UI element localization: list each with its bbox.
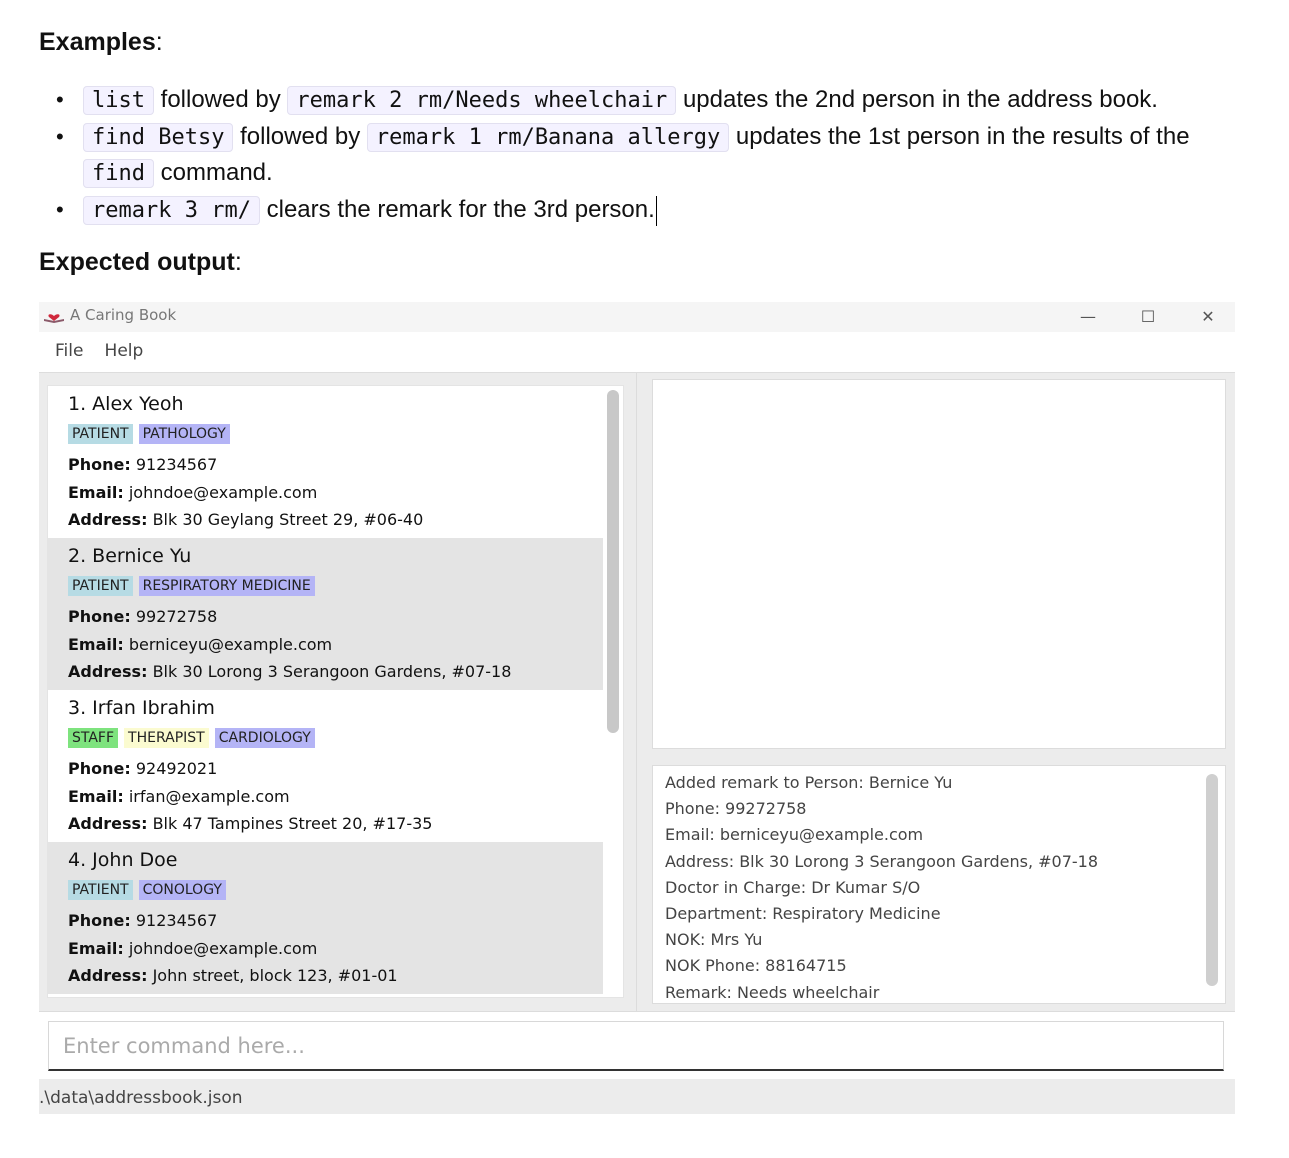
address-field: Address: Blk 47 Tampines Street 20, #17-…: [68, 814, 433, 833]
email-field: Email: irfan@example.com: [68, 786, 290, 806]
person-card[interactable]: 2. Bernice Yu PATIENT RESPIRATORY MEDICIN…: [48, 538, 603, 690]
app-window: A Caring Book — ☐ ✕ File Help 1. Alex Ye…: [39, 302, 1235, 1114]
maximize-button[interactable]: ☐: [1119, 302, 1177, 332]
result-line: Remark: Needs wheelchair: [665, 982, 880, 1002]
code-snippet: list: [83, 86, 154, 115]
code-snippet: find: [83, 159, 154, 188]
examples-heading: Examples:: [39, 28, 163, 56]
detail-pane: Added remark to Person: Bernice Yu Phone…: [637, 373, 1235, 1011]
result-line: NOK: Mrs Yu: [665, 930, 763, 950]
example-text: updates the 1st person in the results of…: [735, 123, 1190, 150]
example-text: command.: [160, 159, 273, 186]
example-text: clears the remark for the 3rd person.: [266, 196, 655, 223]
code-snippet: remark 1 rm/Banana allergy: [366, 123, 730, 152]
result-line: Added remark to Person: Bernice Yu: [665, 773, 953, 792]
book-heart-icon: [44, 314, 64, 323]
email-field: Email: berniceyu@example.com: [68, 634, 333, 654]
department-tag: CARDIOLOGY: [214, 728, 315, 748]
window-title: A Caring Book: [70, 306, 177, 324]
address-field: Address: Blk 30 Lorong 3 Serangoon Garde…: [68, 662, 512, 681]
minimize-button[interactable]: —: [1059, 302, 1117, 332]
command-input[interactable]: [48, 1021, 1224, 1071]
result-line: Phone: 99272758: [665, 799, 807, 819]
result-line: Email: berniceyu@example.com: [665, 825, 924, 845]
title-bar[interactable]: A Caring Book — ☐ ✕: [39, 302, 1235, 332]
address-field: Address: Blk 30 Geylang Street 29, #06-4…: [68, 510, 424, 529]
role-tag: PATIENT: [68, 880, 133, 900]
person-list-pane: 1. Alex Yeoh PATIENT PATHOLOGY Phone: 912…: [39, 373, 637, 1011]
role-tag: PATIENT: [68, 576, 133, 596]
role-tag: PATIENT: [68, 424, 133, 444]
detail-display: [652, 379, 1226, 749]
department-tag: RESPIRATORY MEDICINE: [138, 576, 315, 596]
tag-row: PATIENT CONOLOGY: [68, 879, 603, 907]
example-text: followed by: [160, 86, 281, 113]
person-card[interactable]: 3. Irfan Ibrahim STAFF THERAPIST CARDIOLOG…: [48, 690, 603, 842]
menu-help[interactable]: Help: [97, 341, 152, 361]
code-snippet: remark 2 rm/Needs wheelchair: [287, 86, 677, 115]
data-file-path: .\data\addressbook.json: [39, 1088, 243, 1108]
close-button[interactable]: ✕: [1179, 302, 1237, 332]
status-bar: .\data\addressbook.json: [39, 1079, 1235, 1114]
text-caret: [655, 195, 657, 226]
role-tag: THERAPIST: [124, 728, 209, 748]
tag-row: PATIENT RESPIRATORY MEDICINE: [68, 575, 603, 603]
person-list[interactable]: 1. Alex Yeoh PATIENT PATHOLOGY Phone: 912…: [47, 385, 624, 998]
result-display[interactable]: Added remark to Person: Bernice Yu Phone…: [652, 765, 1226, 1004]
result-line: Doctor in Charge: Dr Kumar S/O: [665, 877, 921, 897]
person-name: 1. Alex Yeoh: [68, 393, 184, 415]
address-field: Address: John street, block 123, #01-01: [68, 966, 398, 985]
phone-field: Phone: 91234567: [68, 455, 218, 474]
command-area: [39, 1011, 1235, 1080]
person-list-scrollbar[interactable]: [607, 390, 619, 733]
result-line: Address: Blk 30 Lorong 3 Serangoon Garde…: [665, 851, 1099, 871]
person-name: 4. John Doe: [68, 849, 178, 871]
example-item: list followed by remark 2 rm/Needs wheel…: [39, 82, 1239, 118]
department-tag: PATHOLOGY: [138, 424, 230, 444]
menu-bar: File Help: [39, 332, 1235, 373]
code-snippet: find Betsy: [83, 123, 234, 152]
email-field: Email: johndoe@example.com: [68, 482, 318, 502]
example-text: followed by: [240, 123, 361, 150]
email-field: Email: johndoe@example.com: [68, 938, 318, 958]
person-name: 2. Bernice Yu: [68, 545, 192, 567]
code-snippet: remark 3 rm/: [83, 196, 260, 225]
tag-row: STAFF THERAPIST CARDIOLOGY: [68, 727, 603, 755]
result-scrollbar[interactable]: [1206, 774, 1218, 986]
phone-field: Phone: 92492021: [68, 759, 218, 778]
expected-output-heading: Expected output:: [39, 248, 242, 276]
person-name: 3. Irfan Ibrahim: [68, 697, 215, 719]
phone-field: Phone: 99272758: [68, 607, 218, 626]
examples-list: list followed by remark 2 rm/Needs wheel…: [39, 82, 1239, 229]
example-item: find Betsy followed by remark 1 rm/Banan…: [39, 119, 1239, 191]
example-text: updates the 2nd person in the address bo…: [682, 86, 1158, 113]
result-line: Department: Respiratory Medicine: [665, 903, 941, 923]
menu-file[interactable]: File: [47, 341, 91, 361]
example-item: remark 3 rm/ clears the remark for the 3…: [39, 192, 1239, 228]
department-tag: CONOLOGY: [138, 880, 226, 900]
role-tag: STAFF: [68, 728, 119, 748]
result-line: NOK Phone: 88164715: [665, 956, 847, 976]
person-card[interactable]: 4. John Doe PATIENT CONOLOGY Phone: 91234…: [48, 842, 603, 994]
tag-row: PATIENT PATHOLOGY: [68, 423, 603, 451]
person-card[interactable]: 1. Alex Yeoh PATIENT PATHOLOGY Phone: 912…: [48, 386, 603, 538]
phone-field: Phone: 91234567: [68, 911, 218, 930]
